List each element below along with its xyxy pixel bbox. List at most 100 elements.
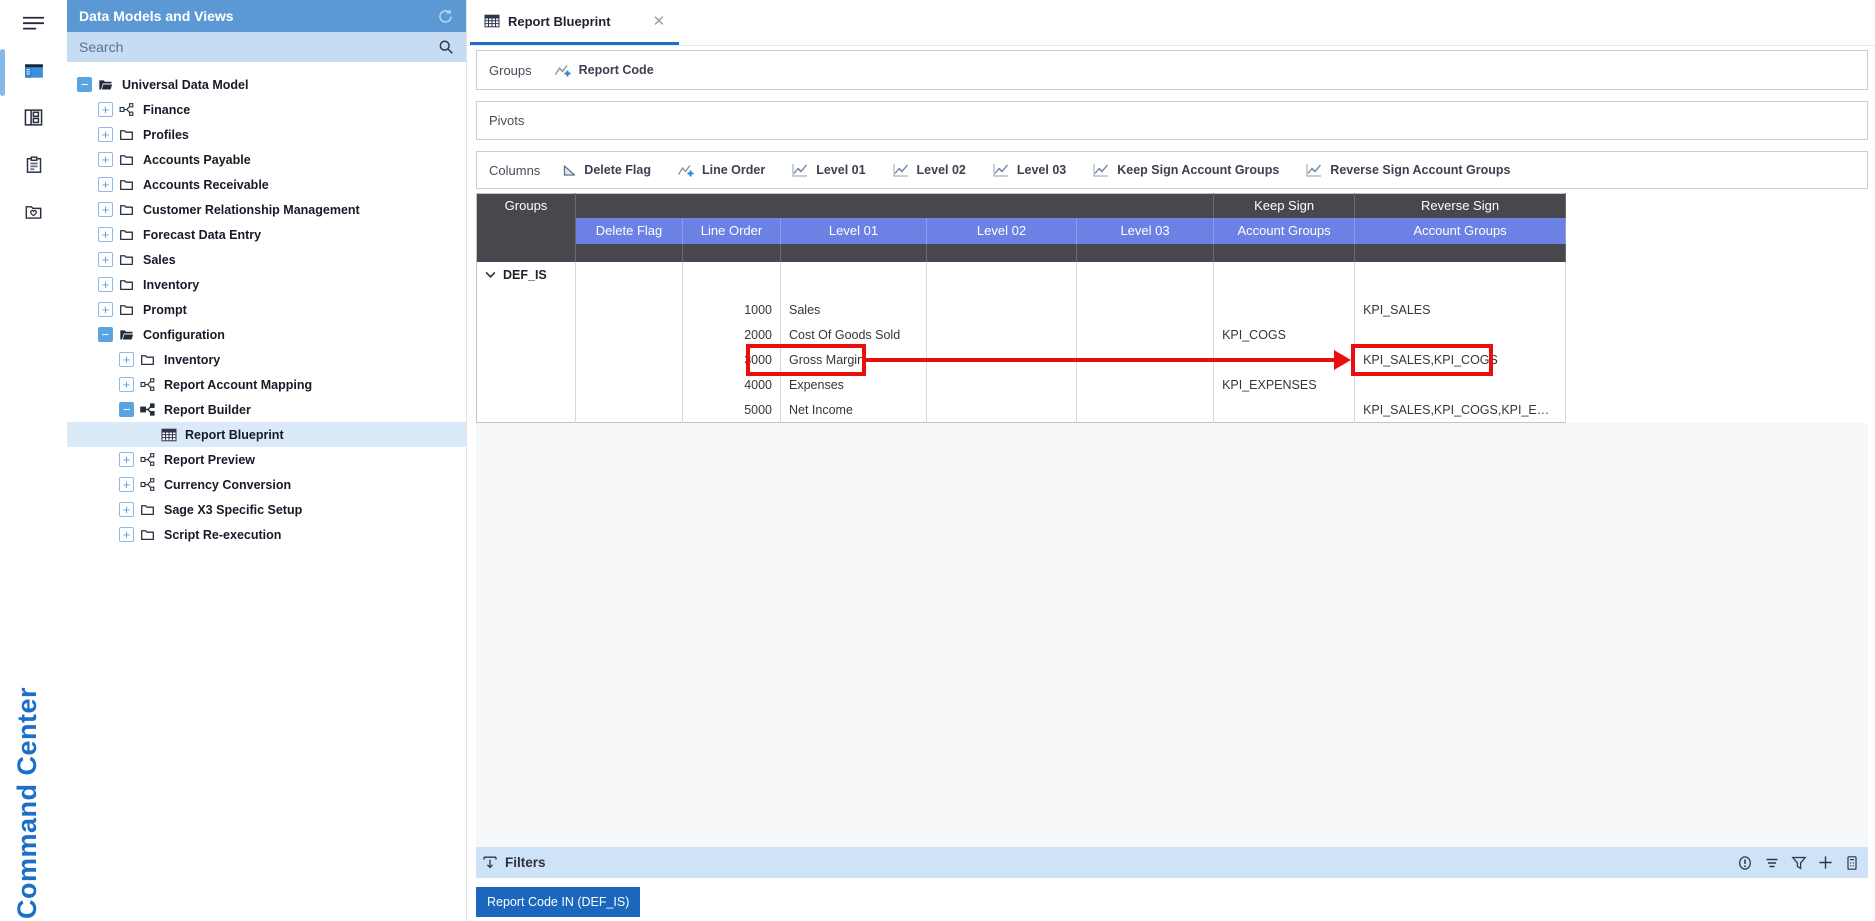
cell-level01[interactable]: Expenses — [781, 373, 927, 398]
cell-level02[interactable] — [927, 373, 1077, 398]
field-chip-delete-flag[interactable]: Delete Flag — [562, 163, 651, 178]
cell-line-order[interactable]: 2000 — [683, 323, 781, 348]
expander-minus-icon[interactable]: − — [77, 77, 92, 92]
rail-button-menu[interactable] — [0, 0, 67, 47]
list-icon[interactable] — [1764, 855, 1780, 871]
tree-item-configuration[interactable]: −Configuration — [67, 322, 466, 347]
cell-delete-flag[interactable] — [576, 373, 683, 398]
column-header-account-groups[interactable]: Account Groups — [1214, 218, 1355, 244]
cell-groups[interactable] — [477, 298, 576, 323]
cell-level01[interactable]: Net Income — [781, 398, 927, 423]
data-row-1000[interactable]: 1000SalesKPI_SALES — [477, 298, 1566, 323]
search-input[interactable] — [79, 39, 438, 55]
expander-plus-icon[interactable]: + — [119, 377, 134, 392]
cell-groups[interactable] — [477, 348, 576, 373]
cell-delete-flag[interactable] — [576, 398, 683, 423]
tree-item-report-blueprint[interactable]: Report Blueprint — [67, 422, 466, 447]
cell-delete-flag[interactable] — [576, 348, 683, 373]
cell-line-order[interactable]: 4000 — [683, 373, 781, 398]
column-header-line-order[interactable]: Line Order — [683, 218, 781, 244]
tree-item-sage-x3-specific-setup[interactable]: +Sage X3 Specific Setup — [67, 497, 466, 522]
expander-plus-icon[interactable]: + — [119, 452, 134, 467]
tree-item-universal-data-model[interactable]: −Universal Data Model — [67, 72, 466, 97]
tree-item-report-preview[interactable]: +Report Preview — [67, 447, 466, 472]
expander-minus-icon[interactable]: − — [119, 402, 134, 417]
tree-item-forecast-data-entry[interactable]: +Forecast Data Entry — [67, 222, 466, 247]
expander-minus-icon[interactable]: − — [98, 327, 113, 342]
expander-plus-icon[interactable]: + — [119, 502, 134, 517]
magnifier-icon[interactable] — [438, 39, 454, 55]
band-header-keep-sign[interactable]: Keep Sign — [1214, 194, 1355, 218]
column-header-account-groups[interactable]: Account Groups — [1355, 218, 1566, 244]
cell-reverse-sign[interactable]: KPI_SALES,KPI_COGS,KPI_EXPENSES — [1355, 398, 1566, 423]
band-header-reverse-sign[interactable]: Reverse Sign — [1355, 194, 1566, 218]
cell-level03[interactable] — [1077, 323, 1214, 348]
field-chip-level-03[interactable]: Level 03 — [992, 162, 1066, 178]
cell-line-order[interactable]: 3000 — [683, 348, 781, 373]
expander-plus-icon[interactable]: + — [98, 277, 113, 292]
header-groups[interactable]: Groups — [477, 194, 576, 262]
cell-reverse-sign[interactable] — [1355, 323, 1566, 348]
field-chip-level-01[interactable]: Level 01 — [791, 162, 865, 178]
cell-level02[interactable] — [927, 348, 1077, 373]
expander-plus-icon[interactable]: + — [98, 252, 113, 267]
tree-item-sales[interactable]: +Sales — [67, 247, 466, 272]
cell-level03[interactable] — [1077, 348, 1214, 373]
chevron-down-icon[interactable] — [485, 271, 496, 279]
expander-plus-icon[interactable]: + — [119, 477, 134, 492]
cell-level03[interactable] — [1077, 398, 1214, 423]
cell-groups[interactable] — [477, 398, 576, 423]
data-row-4000[interactable]: 4000Expenses KPI_EXPENSES — [477, 373, 1566, 398]
data-row-5000[interactable]: 5000Net IncomeKPI_SALES,KPI_COGS,KPI_EXP… — [477, 398, 1566, 423]
data-row-3000[interactable]: 3000Gross Margin KPI_SALES,KPI_COGS — [477, 348, 1566, 373]
cell-groups[interactable] — [477, 323, 576, 348]
rail-button-layout[interactable] — [0, 94, 67, 141]
cell-level02[interactable] — [927, 298, 1077, 323]
tree-item-currency-conversion[interactable]: +Currency Conversion — [67, 472, 466, 497]
cell-delete-flag[interactable] — [576, 323, 683, 348]
cell-keep-sign[interactable]: KPI_COGS — [1214, 323, 1355, 348]
column-header-level-01[interactable]: Level 01 — [781, 218, 927, 244]
tree-item-finance[interactable]: +Finance — [67, 97, 466, 122]
expander-plus-icon[interactable]: + — [119, 527, 134, 542]
field-chip-level-02[interactable]: Level 02 — [892, 162, 966, 178]
rail-button-data-panel[interactable] — [0, 47, 67, 94]
cell-delete-flag[interactable] — [576, 298, 683, 323]
close-icon[interactable]: ✕ — [653, 14, 666, 29]
tree-item-accounts-receivable[interactable]: +Accounts Receivable — [67, 172, 466, 197]
column-header-level-03[interactable]: Level 03 — [1077, 218, 1214, 244]
cell-level02[interactable] — [927, 398, 1077, 423]
cell-reverse-sign[interactable]: KPI_SALES,KPI_COGS — [1355, 348, 1566, 373]
expander-plus-icon[interactable]: + — [119, 352, 134, 367]
tree-item-customer-relationship-management[interactable]: +Customer Relationship Management — [67, 197, 466, 222]
tree-item-report-builder[interactable]: −Report Builder — [67, 397, 466, 422]
field-chip-line-order[interactable]: Line Order — [677, 162, 765, 178]
cell-keep-sign[interactable] — [1214, 348, 1355, 373]
field-chip-keep-sign-account-groups[interactable]: Keep Sign Account Groups — [1092, 162, 1279, 178]
tab-report-blueprint[interactable]: Report Blueprint ✕ — [470, 0, 679, 45]
tree-item-inventory[interactable]: +Inventory — [67, 347, 466, 372]
calculator-icon[interactable] — [1844, 855, 1860, 871]
expander-plus-icon[interactable]: + — [98, 127, 113, 142]
cell-keep-sign[interactable] — [1214, 298, 1355, 323]
expander-plus-icon[interactable]: + — [98, 152, 113, 167]
tree-item-script-re-execution[interactable]: +Script Re-execution — [67, 522, 466, 547]
plus-icon[interactable] — [1818, 855, 1833, 870]
expander-plus-icon[interactable]: + — [98, 227, 113, 242]
cell-level01[interactable]: Gross Margin — [781, 348, 927, 373]
expander-plus-icon[interactable]: + — [98, 202, 113, 217]
cell-keep-sign[interactable]: KPI_EXPENSES — [1214, 373, 1355, 398]
refresh-icon[interactable] — [437, 8, 454, 25]
cell-line-order[interactable]: 1000 — [683, 298, 781, 323]
info-circle-icon[interactable] — [1737, 855, 1753, 871]
tree-item-report-account-mapping[interactable]: +Report Account Mapping — [67, 372, 466, 397]
funnel-icon[interactable] — [1791, 855, 1807, 871]
rail-button-folder-heart[interactable] — [0, 188, 67, 235]
cell-level03[interactable] — [1077, 298, 1214, 323]
filter-chip-report-code-in-def-is[interactable]: Report Code IN (DEF_IS) — [476, 887, 640, 917]
group-cell-def-is[interactable]: DEF_IS — [477, 262, 576, 288]
tree-item-accounts-payable[interactable]: +Accounts Payable — [67, 147, 466, 172]
expander-plus-icon[interactable]: + — [98, 102, 113, 117]
cell-groups[interactable] — [477, 373, 576, 398]
expander-plus-icon[interactable]: + — [98, 302, 113, 317]
